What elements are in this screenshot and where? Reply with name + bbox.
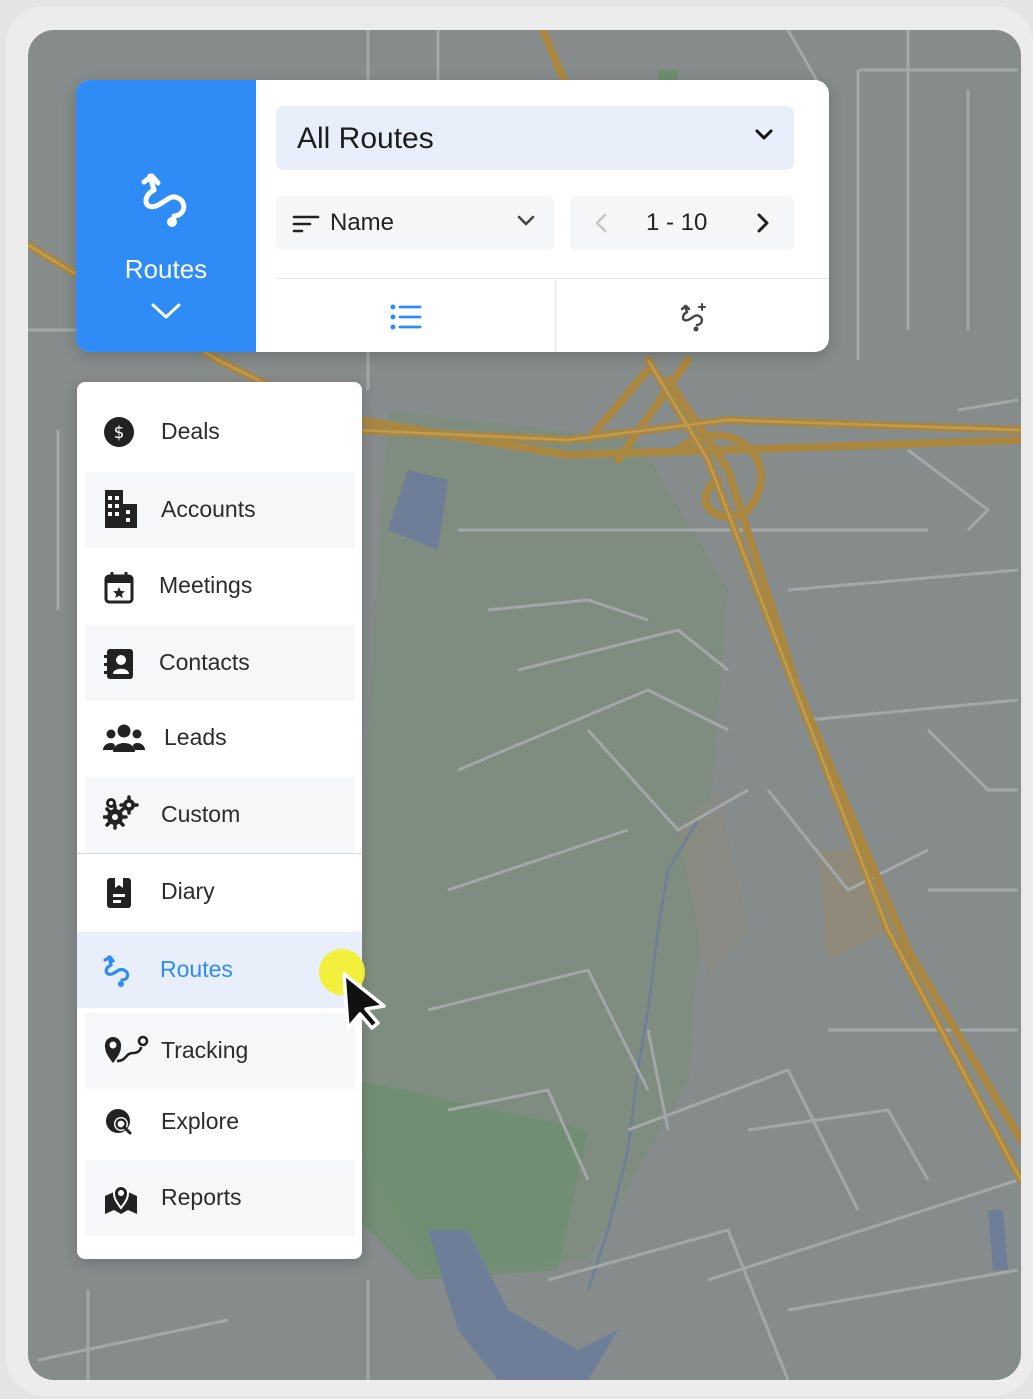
menu-item-accounts[interactable]: Accounts xyxy=(85,472,355,548)
sort-dropdown[interactable]: Name xyxy=(276,196,554,250)
chevron-down-icon xyxy=(754,128,774,147)
menu-item-label: Meetings xyxy=(159,572,253,598)
gears-icon xyxy=(102,795,139,830)
tab-add-route[interactable] xyxy=(556,280,829,352)
users-icon xyxy=(103,722,145,756)
chevron-down-icon xyxy=(516,214,536,233)
device-frame: Routes All Routes Name 1 - 10 $ Deals Ac… xyxy=(6,6,1033,1396)
menu-item-label: Explore xyxy=(161,1108,239,1134)
chevron-left-icon[interactable] xyxy=(594,212,608,239)
dollar-icon: $ xyxy=(103,416,137,450)
reports-map-icon xyxy=(103,1182,137,1216)
tracking-icon xyxy=(103,1035,149,1069)
page-range: 1 - 10 xyxy=(646,209,708,236)
menu-item-tracking[interactable]: Tracking xyxy=(85,1013,355,1089)
menu-item-contacts[interactable]: Contacts xyxy=(85,625,355,701)
module-switcher[interactable]: Routes xyxy=(76,80,256,352)
chevron-down-icon xyxy=(151,302,181,325)
menu-item-label: Leads xyxy=(164,724,227,750)
building-icon xyxy=(103,488,137,528)
menu-item-label: Contacts xyxy=(159,649,250,675)
menu-item-meetings[interactable]: Meetings xyxy=(85,548,355,624)
contact-book-icon xyxy=(103,647,137,681)
sort-value: Name xyxy=(330,209,395,236)
add-route-icon xyxy=(680,303,706,332)
menu-item-explore[interactable]: Explore xyxy=(85,1084,355,1160)
menu-item-label: Diary xyxy=(161,878,215,904)
route-filter-value: All Routes xyxy=(297,122,434,155)
pagination: 1 - 10 xyxy=(570,196,794,250)
module-menu: $ Deals Accounts Meetings Contacts Leads… xyxy=(77,382,362,1259)
diary-icon xyxy=(103,876,137,910)
menu-item-label: Reports xyxy=(161,1184,242,1210)
chevron-right-icon[interactable] xyxy=(756,212,770,239)
menu-item-deals[interactable]: $ Deals xyxy=(85,394,355,470)
mouse-cursor xyxy=(319,949,386,1030)
tab-list-view[interactable] xyxy=(256,280,555,352)
list-icon xyxy=(390,304,422,330)
menu-item-label: Custom xyxy=(161,801,241,827)
calendar-icon xyxy=(103,570,137,604)
routes-panel: Routes All Routes Name 1 - 10 xyxy=(76,80,829,352)
sort-icon xyxy=(292,214,320,239)
route-filter-dropdown[interactable]: All Routes xyxy=(276,106,794,170)
menu-item-diary[interactable]: Diary xyxy=(85,854,355,930)
explore-icon xyxy=(103,1106,137,1140)
svg-text:$: $ xyxy=(114,423,125,443)
module-label: Routes xyxy=(124,254,208,284)
divider xyxy=(276,278,829,279)
menu-item-custom[interactable]: Custom xyxy=(85,777,355,853)
menu-item-label: Routes xyxy=(160,956,233,982)
menu-item-label: Tracking xyxy=(161,1037,249,1063)
route-icon xyxy=(103,954,137,988)
menu-item-label: Accounts xyxy=(161,496,256,522)
route-icon xyxy=(140,170,192,235)
menu-item-reports[interactable]: Reports xyxy=(85,1160,355,1236)
menu-item-label: Deals xyxy=(161,418,220,444)
menu-item-leads[interactable]: Leads xyxy=(85,700,355,776)
